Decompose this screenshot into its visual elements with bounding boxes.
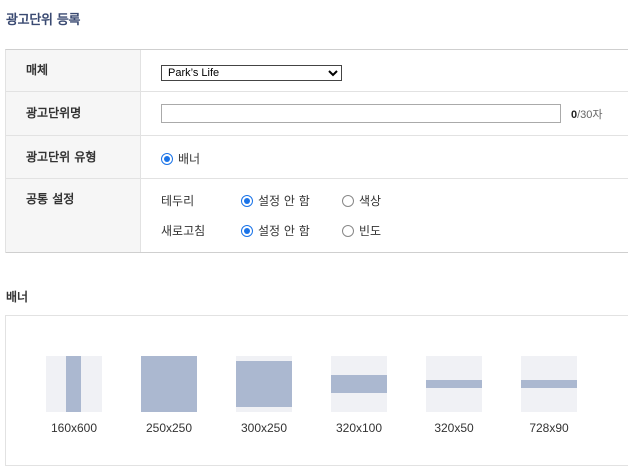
media-select[interactable]: Park’s Life [161, 65, 342, 81]
unit-type-banner-radio[interactable]: 배너 [161, 150, 200, 167]
border-color-radio[interactable]: 색상 [342, 192, 381, 209]
banner-thumbnail [331, 356, 387, 412]
unit-name-input[interactable] [161, 104, 561, 123]
refresh-freq-label: 빈도 [359, 224, 382, 238]
radio-checked-icon[interactable] [161, 152, 173, 165]
media-label: 매체 [6, 50, 141, 91]
banner-section-title: 배너 [6, 290, 29, 304]
radio-unchecked-icon[interactable] [342, 224, 354, 237]
unit-type-label: 광고단위 유형 [6, 136, 141, 178]
media-row: 매체 Park’s Life [6, 50, 628, 92]
banner-size-300x250[interactable]: 300x250 [236, 356, 292, 435]
banner-size-728x90[interactable]: 728x90 [521, 356, 577, 435]
refresh-off-radio[interactable]: 설정 안 함 [241, 222, 310, 239]
banner-size-label: 728x90 [529, 421, 569, 435]
border-color-label: 색상 [359, 194, 382, 208]
common-settings-row: 공통 설정 테두리 설정 안 함 색상 새로고침 설정 안 함 빈도 [6, 179, 628, 253]
banner-size-250x250[interactable]: 250x250 [141, 356, 197, 435]
banner-thumbnail [521, 356, 577, 412]
radio-checked-icon[interactable] [241, 224, 253, 237]
border-off-label: 설정 안 함 [258, 194, 310, 208]
unit-name-label: 광고단위명 [6, 92, 141, 135]
banner-thumbnail [236, 356, 292, 412]
banner-size-picker: 160x600 250x250 300x250 320x100 320x50 7… [5, 315, 628, 466]
banner-size-label: 320x100 [335, 421, 383, 435]
char-counter: 0/30자 [571, 106, 603, 122]
banner-size-label: 300x250 [240, 421, 288, 435]
banner-size-160x600[interactable]: 160x600 [46, 356, 102, 435]
refresh-freq-radio[interactable]: 빈도 [342, 222, 381, 239]
ad-area-shape [521, 380, 577, 388]
banner-thumbnail [426, 356, 482, 412]
unit-name-row: 광고단위명 0/30자 [6, 92, 628, 136]
refresh-off-label: 설정 안 함 [258, 224, 310, 238]
border-label: 테두리 [161, 194, 195, 208]
ad-area-shape [426, 380, 482, 388]
char-max: /30자 [577, 109, 603, 121]
refresh-label: 새로고침 [161, 224, 206, 238]
radio-checked-icon[interactable] [241, 194, 253, 207]
banner-thumbnail [141, 356, 197, 412]
unit-type-banner-label: 배너 [178, 152, 201, 166]
banner-size-label: 320x50 [434, 421, 474, 435]
radio-unchecked-icon[interactable] [342, 194, 354, 207]
banner-size-320x100[interactable]: 320x100 [331, 356, 387, 435]
common-settings-label: 공통 설정 [6, 179, 141, 252]
banner-size-label: 250x250 [145, 421, 193, 435]
ad-unit-form: 매체 Park’s Life 광고단위명 0/30자 광고단위 유형 배너 공통… [5, 49, 628, 253]
border-off-radio[interactable]: 설정 안 함 [241, 192, 310, 209]
ad-area-shape [66, 356, 81, 412]
unit-type-row: 광고단위 유형 배너 [6, 136, 628, 179]
ad-area-shape [331, 375, 387, 393]
ad-area-shape [236, 361, 292, 407]
banner-size-label: 160x600 [50, 421, 98, 435]
ad-area-shape [141, 356, 197, 412]
page-title: 광고단위 등록 [6, 13, 81, 28]
banner-thumbnail [46, 356, 102, 412]
banner-size-320x50[interactable]: 320x50 [426, 356, 482, 435]
